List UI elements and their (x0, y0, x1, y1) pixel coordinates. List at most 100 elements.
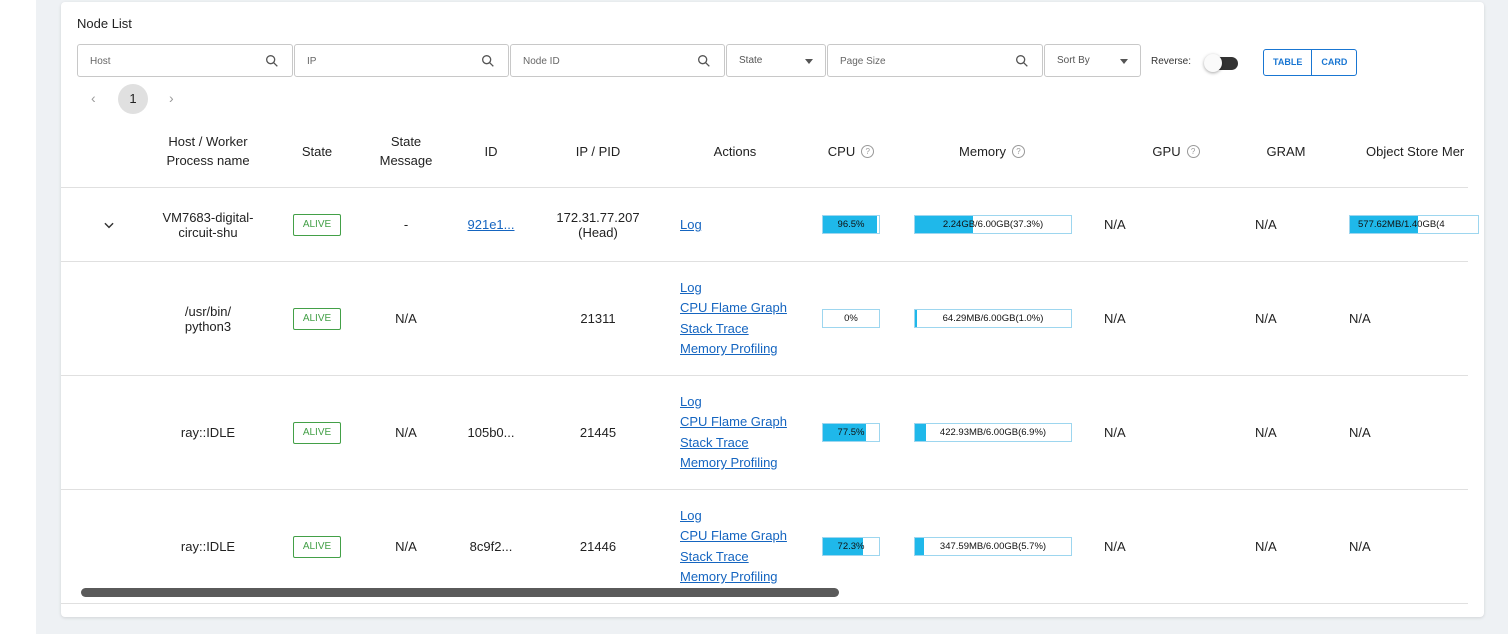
node-state-cell: ALIVE (281, 188, 353, 261)
table-header-row: Host / Worker Process name State State Mes… (61, 115, 1468, 188)
worker-memory-cell: 64.29MB/6.00GB(1.0%) (914, 262, 1074, 375)
worker-memory-cell: 422.93MB/6.00GB(6.9%) (914, 376, 1074, 489)
worker-memory-cell: 347.59MB/6.00GB(5.7%) (914, 490, 1074, 603)
memory-usage-bar: 422.93MB/6.00GB(6.9%) (914, 423, 1072, 442)
object-store-usage-bar: 577.62MB/1.40GB(4 (1349, 215, 1479, 234)
memory-profiling-link[interactable]: Memory Profiling (680, 339, 787, 360)
prev-page-button[interactable]: ‹ (91, 90, 96, 106)
worker-gram: N/A (1255, 311, 1277, 326)
log-link[interactable]: Log (680, 217, 702, 232)
cpu-usage-bar: 77.5% (822, 423, 880, 442)
dropdown-arrow-icon (1120, 59, 1128, 64)
log-link[interactable]: Log (680, 392, 787, 413)
object-store-usage-text: 577.62MB/1.40GB(4 (1358, 219, 1445, 230)
log-link[interactable]: Log (680, 506, 787, 527)
node-table: Host / Worker Process name State State Mes… (61, 115, 1479, 604)
worker-state-message: N/A (395, 425, 417, 440)
node-id-link[interactable]: 921e1... (468, 217, 515, 232)
help-circle-icon[interactable]: ? (1186, 144, 1200, 158)
state-badge: ALIVE (292, 535, 342, 558)
worker-pid: 21311 (580, 311, 616, 326)
cpu-usage-bar: 96.5% (822, 215, 880, 234)
column-header-ip-pid: IP / PID (575, 143, 621, 159)
node-memory-cell: 2.24GB/6.00GB(37.3%) (914, 188, 1074, 261)
node-gram: N/A (1255, 217, 1277, 232)
help-circle-icon[interactable]: ? (861, 144, 875, 158)
card-view-button[interactable]: CARD (1311, 50, 1356, 75)
dropdown-arrow-icon (805, 59, 813, 64)
worker-gram: N/A (1255, 425, 1277, 440)
memory-usage-text: 64.29MB/6.00GB(1.0%) (942, 313, 1044, 324)
memory-usage-text: 422.93MB/6.00GB(6.9%) (939, 427, 1047, 438)
cpu-flame-graph-link[interactable]: CPU Flame Graph (680, 526, 787, 547)
host-filter-field[interactable] (77, 44, 293, 78)
cpu-usage-text: 72.3% (837, 541, 865, 552)
node-actions: Log (680, 188, 808, 261)
node-cpu-cell: 96.5% (822, 188, 882, 261)
node-id-filter-field[interactable] (510, 44, 725, 78)
cpu-flame-graph-link[interactable]: CPU Flame Graph (680, 298, 787, 319)
chevron-down-icon (104, 222, 114, 228)
process-name-line: python3 (184, 318, 232, 334)
sort-by-select-value: Sort By (1057, 55, 1090, 66)
state-badge: ALIVE (292, 307, 342, 330)
worker-gpu: N/A (1104, 311, 1126, 326)
node-id-filter-input[interactable] (521, 45, 675, 78)
memory-profiling-link[interactable]: Memory Profiling (680, 567, 787, 588)
sort-by-select[interactable]: Sort By (1044, 44, 1141, 77)
stack-trace-link[interactable]: Stack Trace (680, 319, 787, 340)
worker-id (456, 262, 526, 375)
page-size-field[interactable] (827, 44, 1043, 78)
worker-id: 105b0... (467, 425, 515, 440)
cpu-usage-text: 77.5% (837, 427, 865, 438)
column-header-state: State (301, 143, 333, 159)
worker-state-cell: ALIVE (281, 376, 353, 489)
ip-filter-input[interactable] (305, 45, 459, 78)
worker-pid: 21446 (579, 539, 617, 554)
page-1-button[interactable]: 1 (118, 84, 148, 114)
search-icon (482, 55, 494, 67)
column-header-gpu: GPU? (1111, 115, 1241, 187)
table-row-worker: ray::IDLE ALIVE N/A 105b0... 21445 Log CP… (61, 376, 1468, 490)
table-view-button[interactable]: TABLE (1264, 50, 1311, 75)
help-circle-icon[interactable]: ? (1011, 144, 1025, 158)
view-mode-toggle: TABLE CARD (1263, 49, 1358, 76)
stack-trace-link[interactable]: Stack Trace (680, 433, 787, 454)
cpu-usage-bar: 0% (822, 309, 880, 328)
worker-cpu-cell: 0% (822, 262, 882, 375)
column-header-state-message: State Message (379, 134, 433, 168)
worker-object-store: N/A (1349, 425, 1371, 440)
worker-object-store: N/A (1349, 311, 1371, 326)
cpu-usage-bar: 72.3% (822, 537, 880, 556)
state-select[interactable]: State (726, 44, 826, 77)
memory-profiling-link[interactable]: Memory Profiling (680, 453, 787, 474)
expand-button[interactable] (91, 188, 127, 261)
worker-gpu: N/A (1104, 539, 1126, 554)
card-title: Node List (77, 16, 132, 31)
node-list-card: Node List State Sort By Reverse: TABLE C… (61, 2, 1484, 617)
worker-process-name: ray::IDLE (143, 490, 273, 603)
cpu-flame-graph-link[interactable]: CPU Flame Graph (680, 412, 787, 433)
ip-filter-field[interactable] (294, 44, 509, 78)
reverse-toggle[interactable] (1204, 54, 1242, 72)
node-state-message: - (403, 217, 409, 232)
stack-trace-link[interactable]: Stack Trace (680, 547, 787, 568)
next-page-button[interactable]: › (169, 90, 174, 106)
memory-usage-text: 347.59MB/6.00GB(5.7%) (939, 541, 1047, 552)
worker-process-name: /usr/bin/python3 (143, 262, 273, 375)
process-name-line: ray::IDLE (180, 425, 236, 440)
worker-pid: 21445 (579, 425, 617, 440)
page-size-input[interactable] (838, 45, 992, 78)
worker-state-cell: ALIVE (281, 262, 353, 375)
memory-usage-text: 2.24GB/6.00GB(37.3%) (942, 219, 1044, 230)
worker-cpu-cell: 77.5% (822, 376, 882, 489)
column-header-gram: GRAM (1266, 143, 1306, 159)
worker-cpu-cell: 72.3% (822, 490, 882, 603)
worker-actions: Log CPU Flame Graph Stack Trace Memory Prof… (680, 262, 808, 375)
column-header-actions: Actions (713, 143, 757, 159)
log-link[interactable]: Log (680, 278, 787, 299)
host-filter-input[interactable] (88, 45, 242, 78)
horizontal-scrollbar[interactable] (81, 588, 839, 597)
worker-id: 8c9f2... (469, 539, 513, 554)
column-header-id: ID (484, 143, 498, 159)
